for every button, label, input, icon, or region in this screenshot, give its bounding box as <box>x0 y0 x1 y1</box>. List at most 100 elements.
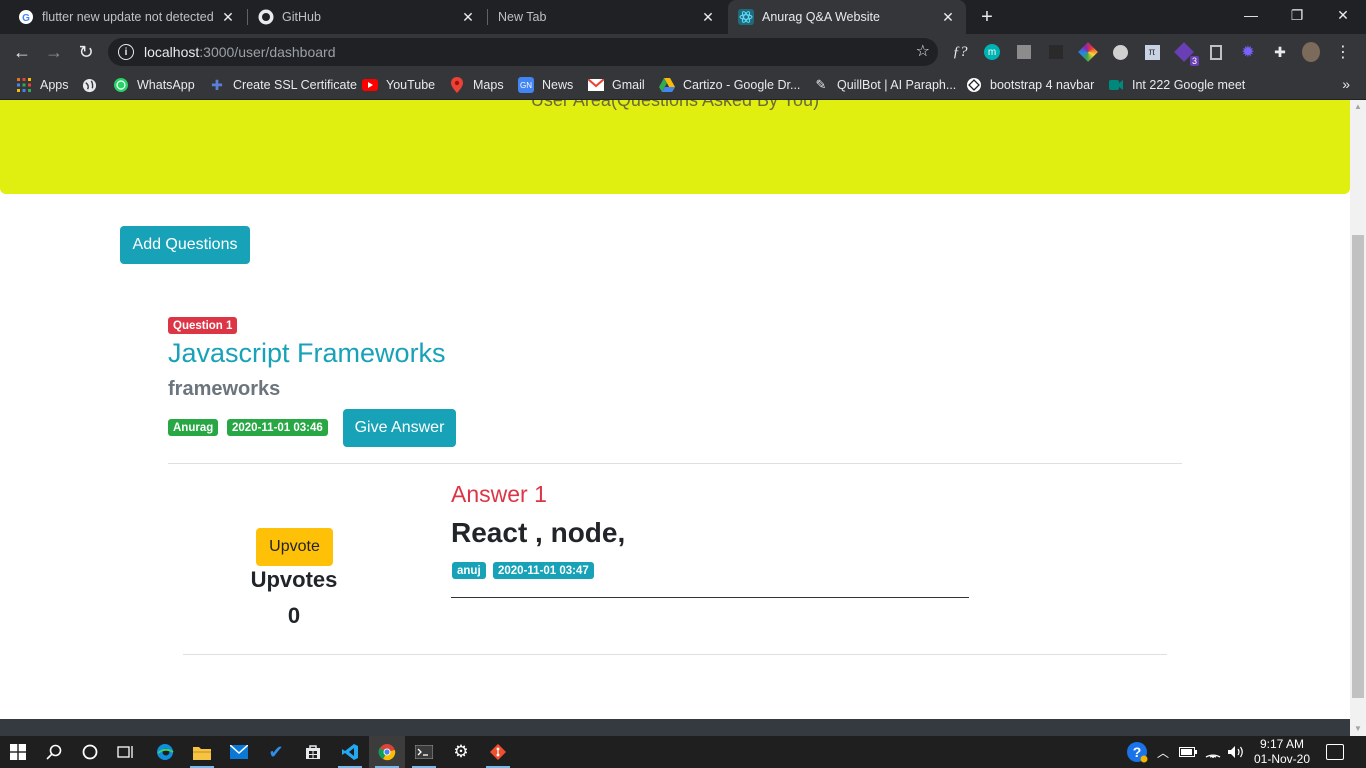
forward-arrow-icon[interactable]: → <box>40 38 68 66</box>
bookmark-meet[interactable]: Int 222 Google meet <box>1108 76 1245 94</box>
bookmark-drive[interactable]: Cartizo - Google Dr... <box>659 76 800 94</box>
bookmark-gmail[interactable]: Gmail <box>588 76 645 94</box>
office-icon[interactable] <box>1207 43 1225 61</box>
bookmark-whatsapp[interactable]: WhatsApp <box>113 76 195 94</box>
whatsapp-icon <box>113 77 129 93</box>
upvote-button[interactable]: Upvote <box>256 528 333 566</box>
extension-color-icon[interactable] <box>1078 42 1098 62</box>
upvotes-count: 0 <box>287 603 301 628</box>
address-bar[interactable]: i localhost:3000/user/dashboard ☆ <box>108 38 938 66</box>
codepen-icon <box>966 77 982 93</box>
extension-dark-icon[interactable] <box>1047 43 1065 61</box>
question-title[interactable]: Javascript Frameworks <box>168 338 446 369</box>
tab-flutter[interactable]: G flutter new update not detected - ✕ <box>8 0 246 34</box>
question-author-badge: Anurag <box>168 419 219 436</box>
bookmark-maps[interactable]: Maps <box>449 76 504 94</box>
restore-icon[interactable]: ❐ <box>1274 0 1320 30</box>
github-icon <box>258 9 274 25</box>
close-window-icon[interactable]: ✕ <box>1320 0 1366 30</box>
store-icon[interactable] <box>295 736 331 768</box>
extension-star-icon[interactable]: ✹ <box>1239 43 1257 61</box>
browser-toolbar: ← → ↻ i localhost:3000/user/dashboard ☆ … <box>0 34 1366 70</box>
bookmark-bootstrap[interactable]: bootstrap 4 navbar <box>966 76 1094 94</box>
tab-anurag-qa[interactable]: Anurag Q&A Website ✕ <box>728 0 966 34</box>
reload-icon[interactable]: ↻ <box>72 38 100 66</box>
page-footer <box>0 719 1350 736</box>
meet-icon <box>1108 77 1124 93</box>
battery-icon[interactable] <box>1179 736 1197 768</box>
extension-badge-icon[interactable]: 3 <box>1174 42 1199 66</box>
system-clock[interactable]: 9:17 AM 01-Nov-20 <box>1254 737 1310 767</box>
todo-check-icon[interactable]: ✔ <box>258 736 294 768</box>
tray-chevron-up-icon[interactable]: ︿ <box>1157 736 1169 768</box>
scroll-up-icon[interactable]: ▲ <box>1354 102 1362 111</box>
terminal-icon[interactable] <box>406 736 442 768</box>
vscode-icon[interactable] <box>332 736 368 768</box>
site-info-icon[interactable]: i <box>118 44 134 60</box>
svg-text:G: G <box>22 13 30 24</box>
news-icon: GN <box>518 77 534 93</box>
bookmark-news[interactable]: GN News <box>518 76 573 94</box>
cortana-icon[interactable] <box>72 736 108 768</box>
new-tab-button[interactable]: + <box>975 0 999 34</box>
tab-github[interactable]: GitHub ✕ <box>248 0 486 34</box>
address-path: :3000/user/dashboard <box>199 44 336 60</box>
bookmark-ssl[interactable]: ✚ Create SSL Certificate <box>209 76 357 94</box>
divider <box>183 654 1167 655</box>
close-tab-icon[interactable]: ✕ <box>460 9 476 25</box>
back-arrow-icon[interactable]: ← <box>8 38 36 66</box>
answer-text: React , node, <box>451 517 626 548</box>
give-answer-button[interactable]: Give Answer <box>343 409 456 447</box>
extensions-puzzle-icon[interactable]: ✚ <box>1271 43 1289 61</box>
react-icon <box>738 9 754 25</box>
scroll-down-icon[interactable]: ▼ <box>1354 724 1362 733</box>
wifi-icon[interactable] <box>1205 736 1221 768</box>
extension-badge-count: 3 <box>1189 56 1199 66</box>
answer-date-badge: 2020-11-01 03:47 <box>493 562 594 579</box>
extension-gray-icon[interactable] <box>1015 43 1033 61</box>
minimize-icon[interactable]: — <box>1228 0 1274 30</box>
close-tab-icon[interactable]: ✕ <box>220 9 236 25</box>
settings-gear-icon[interactable]: ⚙ <box>443 736 479 768</box>
gmail-icon <box>588 77 604 93</box>
tab-new-tab[interactable]: New Tab ✕ <box>488 0 726 34</box>
close-tab-icon[interactable]: ✕ <box>940 9 956 25</box>
divider <box>168 463 1182 464</box>
answer-divider <box>451 597 969 598</box>
extension-circle-icon[interactable] <box>1111 43 1129 61</box>
scrollbar-thumb[interactable] <box>1352 235 1364 698</box>
file-explorer-icon[interactable] <box>184 736 220 768</box>
browser-tab-strip: G flutter new update not detected - ✕ Gi… <box>0 0 1366 34</box>
mail-icon[interactable] <box>221 736 257 768</box>
formula-extension-icon[interactable]: ƒ? <box>951 43 969 61</box>
volume-icon[interactable] <box>1227 736 1245 768</box>
bookmark-apps[interactable]: Apps <box>16 76 69 94</box>
add-questions-button[interactable]: Add Questions <box>120 226 250 264</box>
search-icon[interactable] <box>36 736 72 768</box>
edge-icon[interactable] <box>147 736 183 768</box>
git-icon[interactable] <box>480 736 516 768</box>
bookmark-quillbot[interactable]: ✎ QuillBot | AI Paraph... <box>813 76 957 94</box>
google-icon: G <box>18 9 34 25</box>
bookmark-globe[interactable] <box>81 76 105 94</box>
maps-icon <box>449 77 465 93</box>
puzzle-icon: ✚ <box>211 76 223 93</box>
menu-dots-icon[interactable]: ⋮ <box>1334 43 1352 61</box>
bookmarks-more-icon[interactable]: » <box>1342 76 1350 92</box>
notification-icon[interactable] <box>1326 744 1344 760</box>
jumbotron: User Area(Questions Asked By You) <box>0 100 1350 194</box>
task-view-icon[interactable] <box>108 736 144 768</box>
help-icon[interactable]: ? <box>1126 736 1148 768</box>
page-scrollbar[interactable]: ▲ ▼ <box>1350 100 1366 736</box>
bookmark-star-icon[interactable]: ☆ <box>916 41 930 61</box>
extension-m-icon[interactable]: m <box>983 43 1001 61</box>
youtube-icon <box>362 77 378 93</box>
bookmark-youtube[interactable]: YouTube <box>362 76 435 94</box>
close-tab-icon[interactable]: ✕ <box>700 9 716 25</box>
extension-pi-icon[interactable]: π <box>1143 43 1161 61</box>
question-date-badge: 2020-11-01 03:46 <box>227 419 328 436</box>
question-description: frameworks <box>168 378 281 400</box>
chrome-taskbar-icon[interactable] <box>369 736 405 768</box>
windows-start-icon[interactable] <box>0 736 36 768</box>
profile-avatar[interactable] <box>1302 42 1320 62</box>
